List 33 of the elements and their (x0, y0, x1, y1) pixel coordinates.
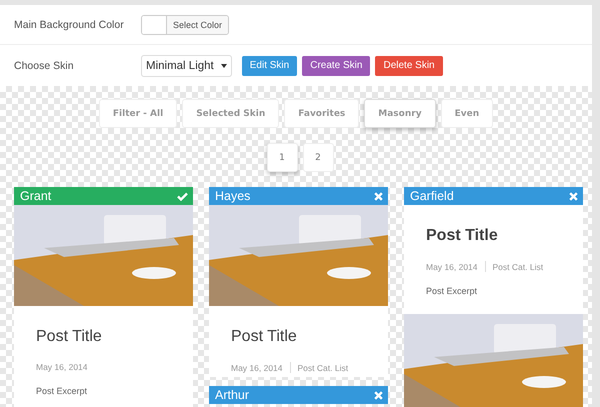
close-icon[interactable] (569, 192, 578, 200)
close-icon[interactable] (374, 390, 383, 400)
filter-tab[interactable]: Even (440, 99, 494, 128)
card-name: Grant (20, 189, 52, 203)
check-icon[interactable] (177, 192, 188, 200)
skin-button[interactable]: Delete Skin (375, 56, 443, 76)
setting-label: Main Background Color (14, 18, 125, 30)
caret-icon (220, 64, 227, 68)
card-name: Arthur (215, 388, 250, 402)
card-name: Garfield (410, 189, 454, 203)
post-title: Post Title (36, 328, 103, 346)
filter-tab[interactable]: Filter - All (98, 99, 178, 128)
close-icon[interactable] (374, 192, 383, 200)
post-date: May 16, 2014 (426, 262, 478, 272)
skin-button[interactable]: Edit Skin (242, 56, 298, 76)
post-date: May 16, 2014 (36, 362, 88, 372)
skin-button[interactable]: Create Skin (302, 56, 370, 76)
page-button[interactable]: 1 (266, 143, 298, 172)
post-title: Post Title (231, 328, 298, 346)
card-name: Hayes (215, 189, 250, 203)
post-date: May 16, 2014 (231, 362, 283, 372)
post-category: Post Cat. List (492, 262, 544, 272)
color-picker[interactable]: Select Color (141, 14, 230, 34)
filter-tab[interactable]: Favorites (284, 99, 360, 128)
page-button[interactable]: 2 (302, 143, 334, 172)
skin-select[interactable]: Minimal Light (141, 54, 232, 76)
post-category: Post Cat. List (298, 362, 348, 372)
setting-label: Choose Skin (14, 60, 75, 72)
post-title: Post Title (426, 227, 499, 245)
filter-tab[interactable]: Masonry (364, 99, 436, 128)
post-excerpt: Post Excerpt (36, 386, 88, 396)
filter-tab[interactable]: Selected Skin (182, 99, 280, 128)
post-excerpt: Post Excerpt (426, 286, 478, 296)
